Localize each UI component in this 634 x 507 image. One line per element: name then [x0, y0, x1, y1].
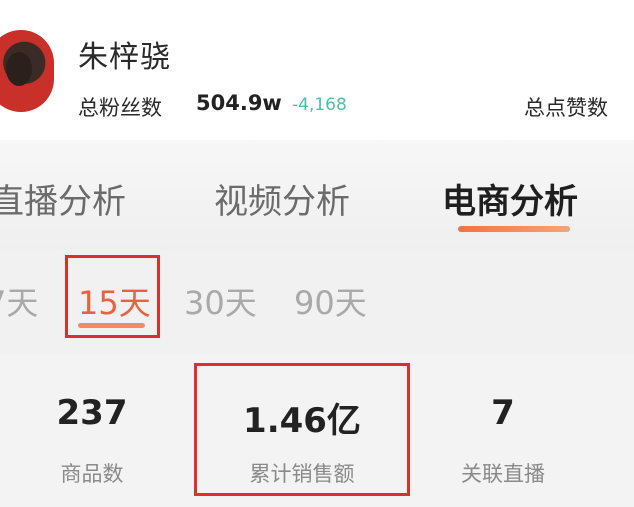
profile-name: 朱梓骁 [78, 40, 171, 75]
tab-live-analysis[interactable]: 直播分析 [0, 174, 126, 223]
stat-label: 关联直播 [461, 462, 545, 486]
fans-count-value: 504.9w [196, 91, 282, 115]
tab-video-analysis[interactable]: 视频分析 [214, 174, 350, 223]
period-7-days[interactable]: 7天 [0, 278, 38, 324]
highlight-box-sales [194, 363, 410, 496]
active-tab-indicator [458, 226, 570, 232]
stat-label: 商品数 [60, 462, 124, 486]
stat-value: 237 [56, 393, 128, 433]
highlight-box-period [65, 255, 160, 338]
profile-header: 朱梓骁 总粉丝数 504.9w -4,168 总点赞数 [0, 0, 634, 140]
fans-count-label: 总粉丝数 [78, 96, 162, 120]
tab-ecommerce-analysis[interactable]: 电商分析 [442, 174, 578, 223]
fans-count-delta: -4,168 [292, 95, 347, 115]
likes-count-label: 总点赞数 [524, 96, 608, 120]
stat-value: 7 [491, 393, 515, 433]
period-90-days[interactable]: 90天 [294, 278, 367, 324]
period-30-days[interactable]: 30天 [184, 278, 257, 324]
avatar[interactable] [0, 30, 54, 112]
analysis-tabs: 直播分析 视频分析 电商分析 [0, 140, 634, 250]
avatar-face [6, 52, 32, 86]
